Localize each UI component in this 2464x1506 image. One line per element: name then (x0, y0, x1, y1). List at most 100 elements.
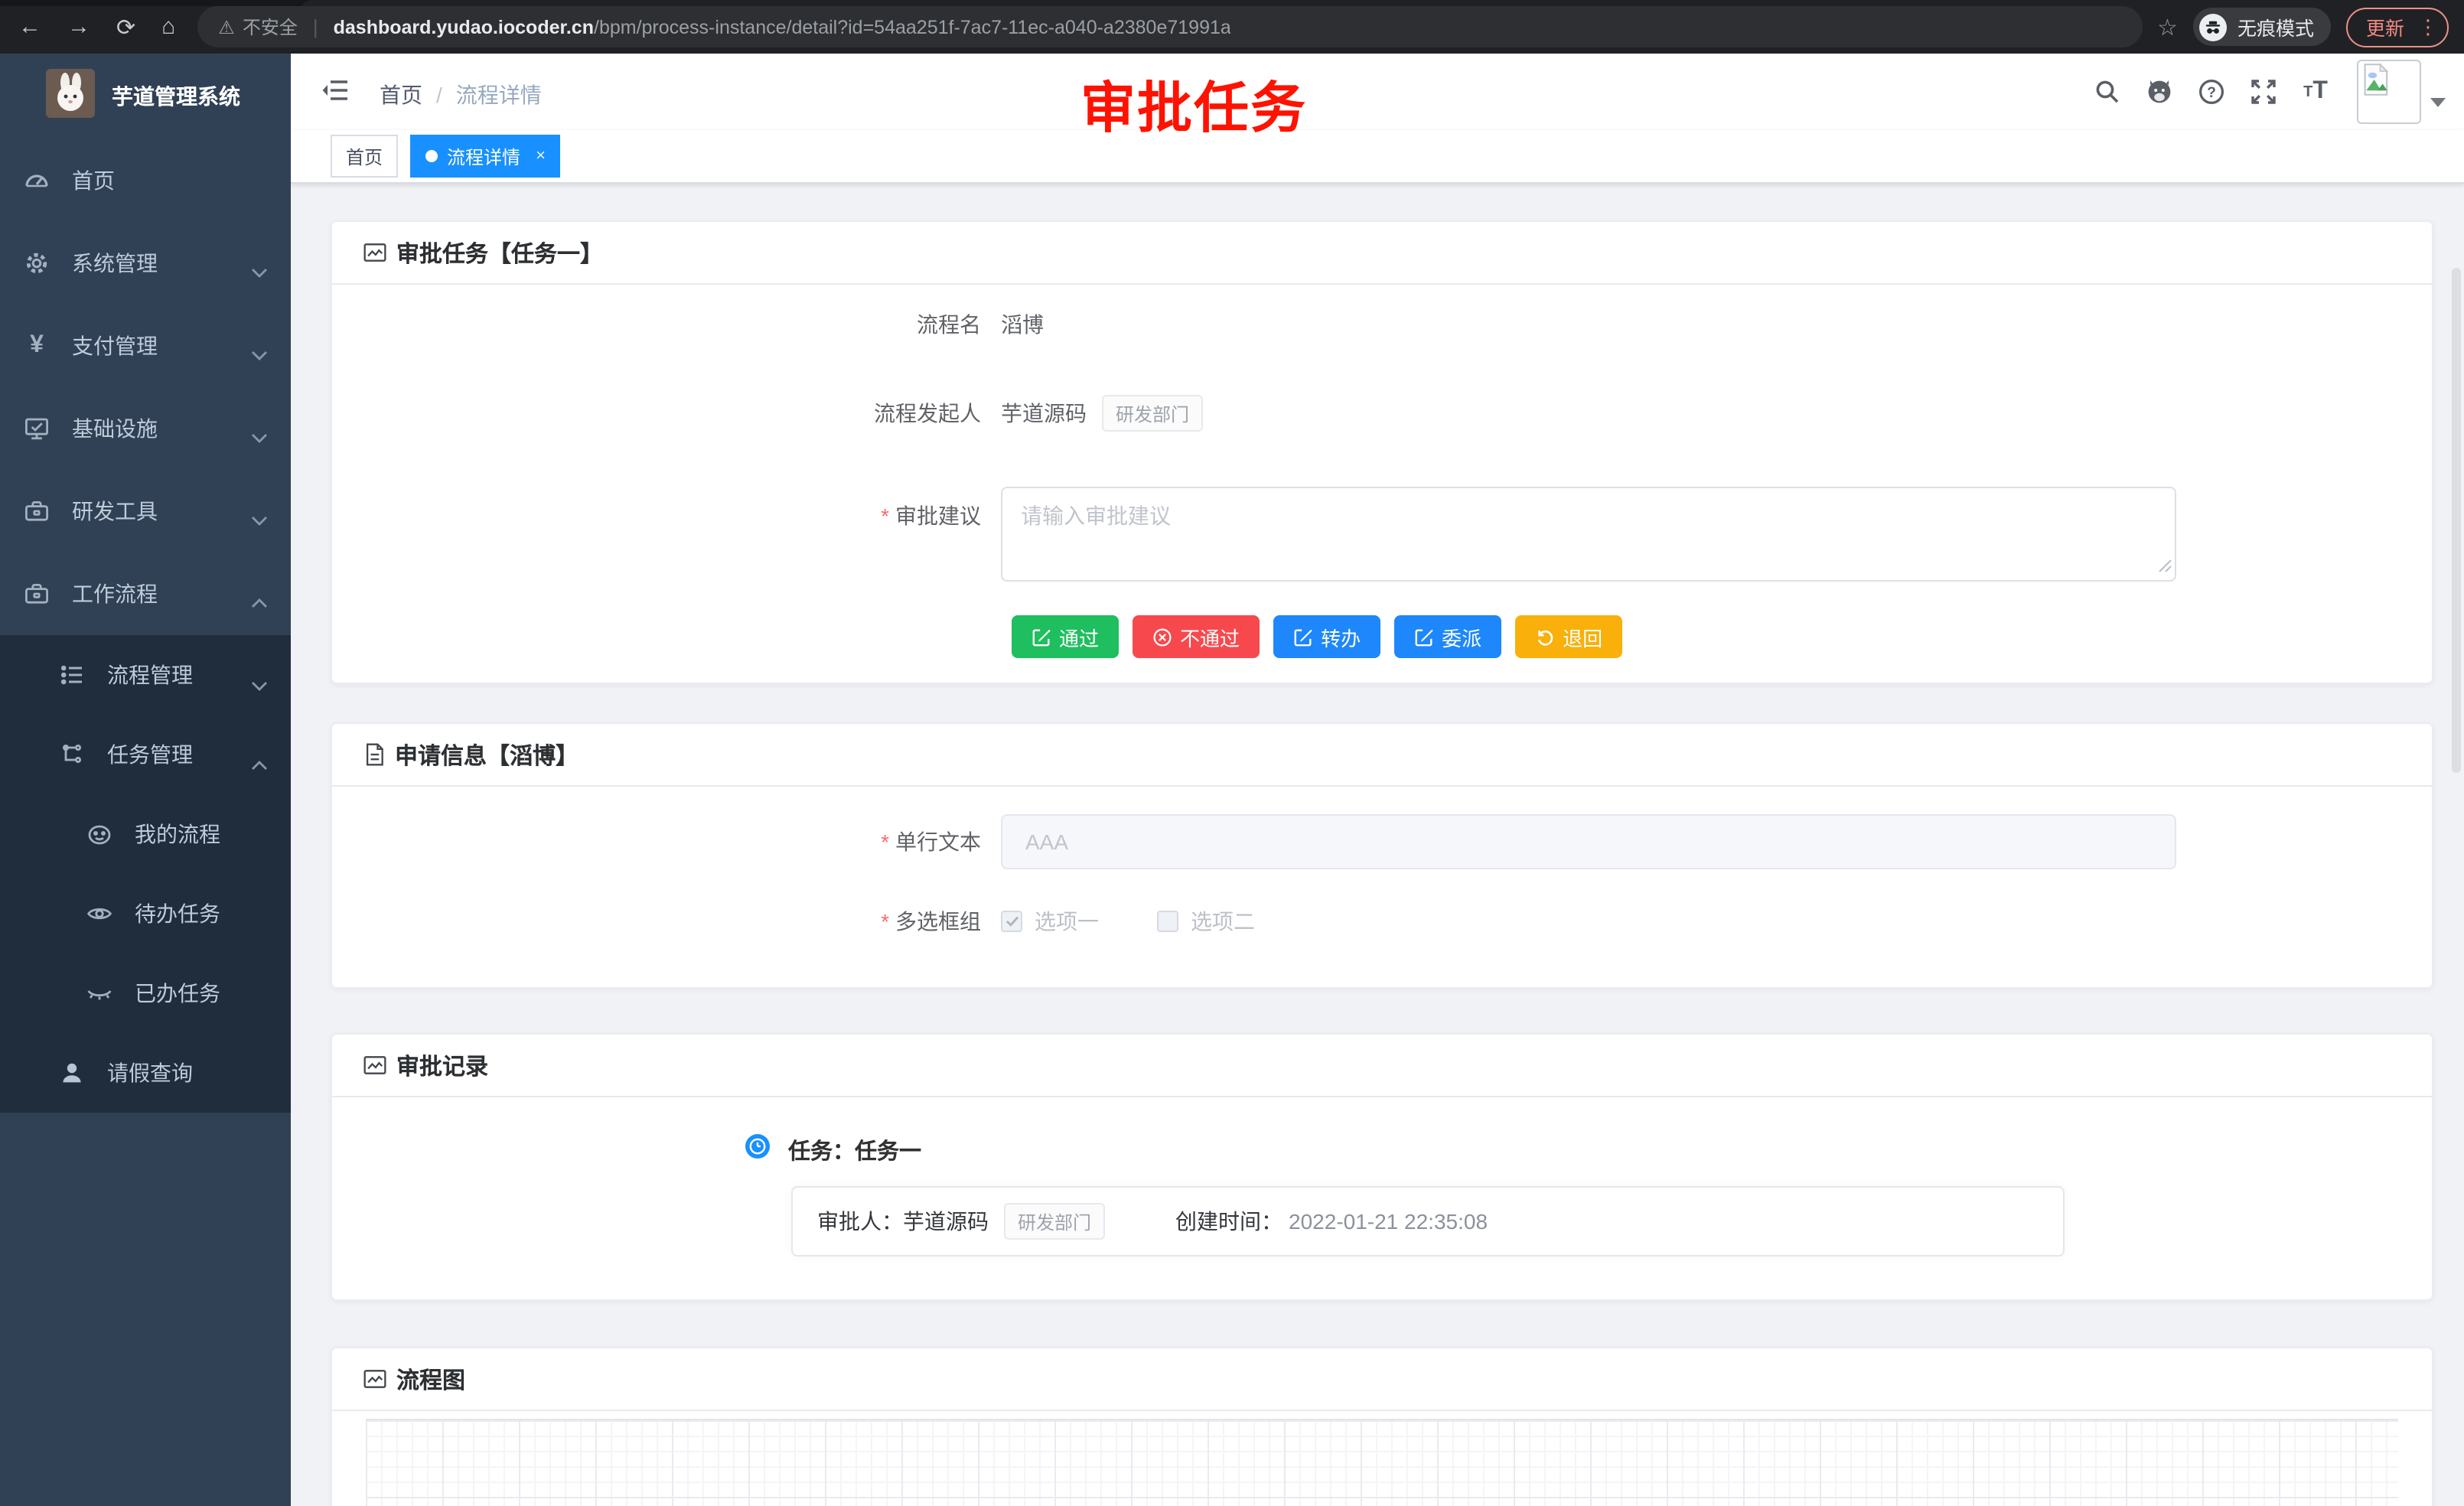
monitor-icon (23, 415, 51, 442)
timeline-clock-icon (745, 1134, 770, 1166)
breadcrumb-home[interactable]: 首页 (380, 80, 422, 110)
bpmn-canvas[interactable] (366, 1419, 2398, 1506)
chevron-down-icon (251, 259, 268, 283)
incognito-badge: 无痕模式 (2193, 8, 2331, 46)
task-title: 任务：任务一 (788, 1134, 921, 1166)
app-title: 芋道管理系统 (112, 81, 240, 112)
chevron-down-icon[interactable] (2430, 98, 2446, 107)
address-bar[interactable]: ⚠ 不安全 | dashboard.yudao.iocoder.cn/bpm/p… (197, 6, 2142, 47)
delegate-button[interactable]: 委派 (1394, 615, 1501, 658)
fullscreen-icon[interactable] (2237, 78, 2290, 106)
tab-home[interactable]: 首页 (331, 135, 398, 178)
reject-button[interactable]: 不通过 (1133, 615, 1260, 658)
list-icon (58, 661, 86, 689)
chevron-down-icon (251, 507, 268, 531)
browser-home-icon[interactable]: ⌂ (161, 14, 175, 40)
browser-back-icon[interactable]: ← (18, 14, 41, 40)
sidebar-item-payment[interactable]: ¥ 支付管理 (0, 305, 291, 387)
chevron-down-icon (251, 672, 268, 696)
create-time-value: 2022-01-21 22:35:08 (1289, 1209, 1488, 1234)
font-size-icon[interactable]: TT (2290, 78, 2342, 106)
breadcrumb-current: 流程详情 (456, 80, 542, 110)
divider: | (313, 15, 318, 38)
process-name-value: 滔博 (1001, 309, 1044, 340)
eye-open-icon (86, 900, 113, 927)
checkbox-option2[interactable] (1157, 911, 1178, 932)
card-title: 流程图 (396, 1363, 465, 1395)
user-icon (58, 1059, 86, 1087)
sidebar-item-home[interactable]: 首页 (0, 139, 291, 222)
active-dot (425, 150, 438, 162)
help-icon[interactable]: ? (2185, 78, 2237, 106)
sidebar-item-my-process[interactable]: 我的流程 (0, 794, 291, 874)
bookmark-star-icon[interactable]: ☆ (2157, 13, 2178, 41)
github-icon[interactable] (2133, 78, 2185, 106)
initiator-value: 芋道源码 (1001, 398, 1087, 429)
browser-update-button[interactable]: 更新 ⋮ (2346, 7, 2449, 47)
browser-menu-icon[interactable]: ⋮ (2418, 15, 2438, 39)
text-field-input[interactable]: AAA (1001, 814, 2176, 869)
sidebar-item-done-tasks[interactable]: 已办任务 (0, 953, 291, 1033)
text-field-label: 单行文本 (332, 826, 1001, 857)
dept-tag: 研发部门 (1004, 1203, 1105, 1240)
sidebar-item-workflow[interactable]: 工作流程 (0, 553, 291, 635)
document-icon (363, 742, 386, 767)
checkbox-option1[interactable] (1001, 911, 1022, 932)
sidebar-item-dev-tools[interactable]: 研发工具 (0, 470, 291, 553)
picture-icon (363, 240, 387, 265)
approve-task-card: 审批任务【任务一】 流程名 滔博 流程发起人 芋道源码 研发部门 (331, 220, 2433, 684)
tags-view-bar: 首页 流程详情 × (291, 130, 2464, 184)
comment-label: 审批建议 (332, 487, 1001, 531)
transfer-button[interactable]: 转办 (1273, 615, 1380, 658)
avatar[interactable] (2357, 60, 2421, 124)
sidebar-item-leave-query[interactable]: 请假查询 (0, 1033, 291, 1113)
initiator-label: 流程发起人 (332, 398, 1001, 429)
create-time-label: 创建时间： (1175, 1206, 1283, 1237)
sidebar: 芋道管理系统 首页 系统管理 ¥ 支付管理 基础设施 研发工具 工作 (0, 54, 291, 1506)
sidebar-item-system[interactable]: 系统管理 (0, 222, 291, 305)
sidebar-collapse-icon[interactable] (321, 78, 349, 110)
card-title: 申请信息【滔博】 (395, 738, 579, 771)
card-title: 审批任务【任务一】 (396, 236, 603, 269)
approver-value: 芋道源码 (903, 1206, 989, 1237)
browser-forward-icon[interactable]: → (67, 14, 90, 40)
main-area: 首页 / 流程详情 ? TT 首页 流程详情 × (291, 54, 2464, 1506)
dept-tag: 研发部门 (1102, 395, 1203, 432)
approve-button[interactable]: 通过 (1012, 615, 1119, 658)
process-diagram-card: 流程图 (331, 1347, 2433, 1506)
page-content: 审批任务【任务一】 流程名 滔博 流程发起人 芋道源码 研发部门 (291, 182, 2464, 1506)
search-icon[interactable] (2081, 78, 2133, 106)
top-navbar: 首页 / 流程详情 ? TT (291, 54, 2464, 130)
close-icon[interactable]: × (536, 147, 546, 165)
svg-text:?: ? (2207, 85, 2216, 101)
security-chip[interactable]: ⚠ 不安全 (218, 14, 298, 40)
card-title: 审批记录 (396, 1049, 488, 1081)
tab-process-detail[interactable]: 流程详情 × (410, 135, 561, 178)
tree-icon (58, 741, 86, 768)
record-detail-box: 审批人： 芋道源码 研发部门 创建时间： 2022-01-21 22:35:08 (791, 1186, 2065, 1257)
warning-icon: ⚠ (218, 16, 235, 37)
checkbox-group-label: 多选框组 (332, 906, 1001, 937)
incognito-icon (2199, 13, 2227, 41)
breadcrumb-separator: / (436, 83, 442, 107)
resize-handle-icon[interactable] (2158, 553, 2172, 577)
toolbox-icon (23, 580, 51, 608)
sidebar-item-infrastructure[interactable]: 基础设施 (0, 387, 291, 470)
face-icon (86, 820, 113, 848)
eye-closed-icon (86, 980, 113, 1007)
application-info-card: 申请信息【滔博】 单行文本 AAA 多选框组 选项一 选项二 (331, 722, 2433, 989)
app-logo-row[interactable]: 芋道管理系统 (0, 54, 291, 139)
sidebar-item-task-management[interactable]: 任务管理 (0, 715, 291, 794)
comment-placeholder: 请输入审批建议 (1021, 504, 1171, 528)
application-window: ← → ⟳ ⌂ ⚠ 不安全 | dashboard.yudao.iocoder.… (0, 0, 2464, 1506)
chevron-down-icon (251, 424, 268, 448)
sidebar-submenu-workflow: 流程管理 任务管理 我的流程 待办任务 已办任务 请假 (0, 635, 291, 1113)
sidebar-item-process-management[interactable]: 流程管理 (0, 635, 291, 715)
scrollbar[interactable] (2452, 268, 2461, 773)
yen-icon: ¥ (23, 334, 51, 358)
return-button[interactable]: 退回 (1515, 615, 1622, 658)
sidebar-item-todo-tasks[interactable]: 待办任务 (0, 874, 291, 953)
browser-reload-icon[interactable]: ⟳ (116, 13, 135, 41)
comment-textarea[interactable]: 请输入审批建议 (1001, 487, 2176, 582)
app-logo (46, 68, 95, 125)
